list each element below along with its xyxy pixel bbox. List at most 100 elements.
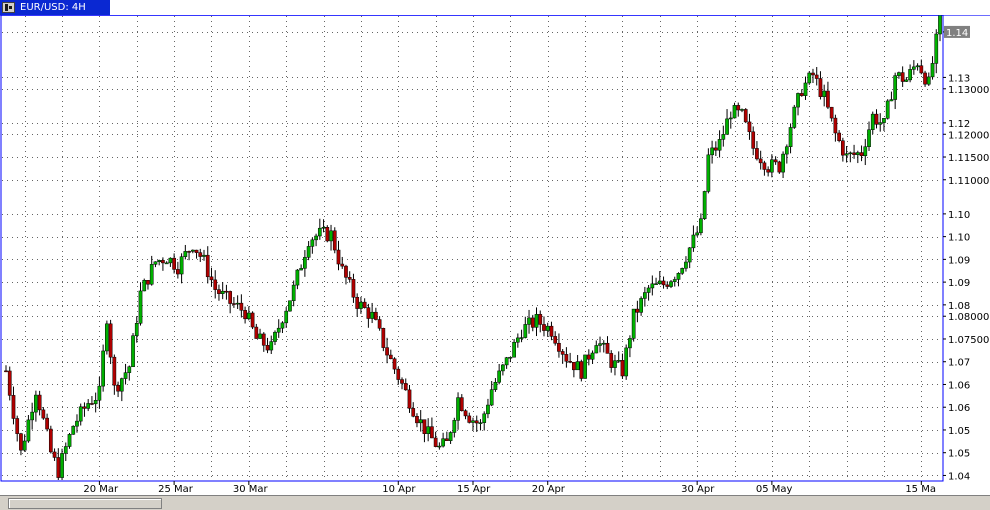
candle — [792, 104, 797, 129]
y-tick-label: 1.08 — [948, 301, 970, 312]
candle-body — [859, 152, 864, 157]
horizontal-scrollbar[interactable] — [0, 495, 990, 510]
candle — [523, 316, 528, 339]
candle-body — [441, 438, 445, 447]
candle-body — [583, 354, 587, 379]
x-tick-label: 30 Apr — [681, 484, 715, 495]
candle — [740, 108, 744, 113]
candle — [665, 281, 670, 290]
candle-body — [661, 280, 666, 286]
candle — [37, 390, 42, 416]
candle-body — [609, 353, 614, 368]
candle-body — [108, 323, 113, 358]
candle-body — [923, 72, 927, 85]
candle — [882, 117, 886, 131]
candle — [299, 264, 303, 271]
candle-body — [280, 322, 285, 329]
candle-body — [833, 117, 838, 134]
candle-body — [586, 354, 591, 360]
scrollbar-thumb[interactable] — [8, 498, 162, 509]
candle — [359, 296, 363, 314]
candle-body — [138, 290, 143, 324]
candle — [34, 390, 38, 422]
candle — [848, 151, 853, 163]
candle — [508, 356, 513, 363]
candle — [553, 331, 558, 346]
candle — [609, 350, 614, 373]
price-axis[interactable]: 1.14 1.131.13000 1.121.12000 1.11500 1.11000… — [943, 28, 989, 483]
candle — [915, 63, 920, 71]
candle — [246, 306, 251, 321]
candle — [919, 59, 924, 75]
candle-body — [478, 422, 483, 424]
candle-body — [900, 72, 905, 82]
candle — [15, 415, 20, 442]
candle — [325, 225, 330, 243]
candle — [310, 237, 315, 254]
candle-body — [381, 327, 386, 348]
candle-body — [232, 303, 236, 305]
candle — [833, 114, 838, 142]
candle — [538, 310, 543, 333]
candle-body — [695, 232, 700, 236]
candle-body — [392, 358, 397, 370]
candle — [728, 111, 733, 129]
candle — [168, 257, 173, 267]
candle — [146, 280, 150, 290]
candle — [198, 248, 203, 262]
candlestick-chart[interactable]: 1.14 1.131.13000 1.121.12000 1.11500 1.11000… — [0, 15, 990, 495]
candle-body — [362, 301, 367, 308]
candle-body — [142, 280, 147, 292]
candle — [717, 130, 722, 158]
candle-body — [732, 105, 737, 119]
candle-body — [489, 389, 494, 406]
candle-body — [7, 370, 12, 396]
candle — [911, 60, 916, 75]
candle — [654, 277, 658, 285]
candle — [261, 332, 266, 352]
candle — [183, 244, 188, 260]
candle — [366, 303, 371, 328]
candle-body — [243, 310, 247, 320]
candle — [583, 354, 587, 379]
candle-body — [403, 383, 408, 391]
candle — [213, 270, 218, 299]
candle-body — [844, 153, 849, 156]
candles — [4, 15, 942, 480]
candle-body — [897, 72, 901, 76]
candle-body — [202, 254, 206, 257]
candle — [176, 261, 180, 279]
candle — [687, 247, 692, 269]
candle-body — [26, 419, 31, 442]
candle-body — [407, 389, 412, 409]
candle-body — [564, 354, 569, 362]
candle — [217, 284, 221, 301]
candle-body — [725, 118, 729, 135]
time-axis[interactable]: 20 Mar 25 Mar 30 Mar 10 Apr 15 Apr 20 Apr 30 A… — [83, 481, 936, 495]
candle-body — [885, 100, 890, 119]
candle-body — [717, 139, 722, 151]
candle-body — [34, 394, 38, 413]
candle-body — [508, 356, 513, 359]
chart-tab[interactable]: EUR/USD: 4H — [0, 0, 110, 15]
candle-body — [418, 419, 423, 424]
candle-body — [217, 289, 221, 294]
y-tick-label: 1.13000 — [948, 85, 989, 96]
candle-body — [116, 384, 120, 392]
candle — [161, 257, 165, 271]
candle — [317, 218, 322, 240]
candle — [930, 56, 935, 80]
candle-body — [448, 432, 453, 441]
candle — [579, 359, 584, 382]
candle-body — [131, 335, 135, 368]
candle-body — [422, 419, 427, 434]
candle-body — [164, 262, 169, 265]
candle — [291, 280, 296, 307]
tab-title: EUR/USD: 4H — [20, 2, 86, 13]
candle — [26, 415, 31, 443]
candle-body — [314, 235, 318, 241]
candle-body — [654, 283, 658, 285]
candle-body — [56, 457, 61, 478]
candle-body — [770, 159, 774, 173]
candle — [209, 267, 214, 287]
